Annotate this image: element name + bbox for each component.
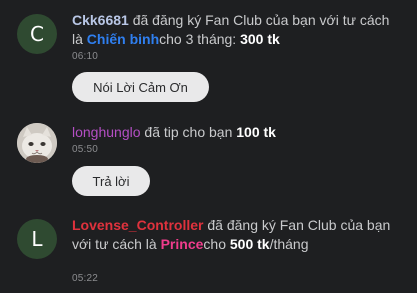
username[interactable]: longhunglo <box>72 124 141 140</box>
message-body-after: cho 3 tháng: <box>159 31 241 47</box>
message-text: Lovense_Controller đã đăng ký Fan Club c… <box>72 216 399 254</box>
message-body: đã tip cho bạn <box>140 124 237 140</box>
amount-suffix: /tháng <box>269 236 309 252</box>
username[interactable]: Ckk6681 <box>72 12 129 28</box>
say-thanks-button[interactable]: Nói Lời Cảm Ơn <box>72 72 209 102</box>
avatar-letter: C <box>30 22 44 46</box>
tier-name: Prince <box>160 236 204 252</box>
message-body-after: cho <box>203 236 230 252</box>
cat-face-icon <box>17 123 57 163</box>
avatar-letter: L <box>31 227 43 251</box>
timestamp: 06:10 <box>72 51 99 62</box>
cat-avatar-icon[interactable] <box>17 123 57 163</box>
avatar[interactable]: L <box>17 219 57 259</box>
timestamp: 05:22 <box>72 273 99 284</box>
tier-name: Chiến binh <box>86 31 160 47</box>
amount: 300 tk <box>240 31 280 47</box>
amount: 100 tk <box>236 124 276 140</box>
timestamp: 05:50 <box>72 144 99 155</box>
avatar[interactable]: C <box>17 14 57 54</box>
username[interactable]: Lovense_Controller <box>72 217 203 233</box>
message-text: longhunglo đã tip cho bạn 100 tk <box>72 123 399 142</box>
notification-feed: C Ckk6681 đã đăng ký Fan Club của bạn vớ… <box>0 0 417 293</box>
reply-button[interactable]: Trả lời <box>72 166 150 196</box>
amount: 500 tk <box>229 236 270 252</box>
message-text: Ckk6681 đã đăng ký Fan Club của bạn với … <box>72 11 399 49</box>
